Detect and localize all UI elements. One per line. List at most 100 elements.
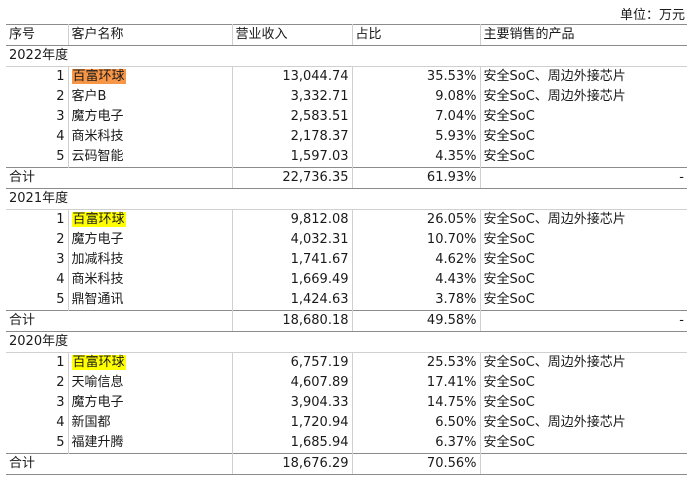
- customer-name: 云码智能: [71, 149, 124, 164]
- customer-name-cell: 福建升腾: [68, 433, 233, 454]
- total-label: 合计: [6, 310, 233, 332]
- share-cell: 10.70%: [352, 230, 481, 250]
- table-row: 2 客户B 3,332.71 9.08% 安全SoC、周边外接芯片: [6, 87, 687, 107]
- customer-name-cell: 加减科技: [68, 250, 233, 270]
- customer-name: 魔方电子: [71, 395, 124, 410]
- table-row: 2 魔方电子 4,032.31 10.70% 安全SoC: [6, 230, 687, 250]
- product-cell: 安全SoC: [483, 292, 535, 307]
- share-cell: 3.78%: [352, 290, 481, 311]
- customer-name: 百富环球: [71, 212, 126, 227]
- section-year: 2022年度: [6, 45, 687, 67]
- total-row: 合计 18,680.18 49.58% -: [6, 310, 687, 332]
- customer-name: 商米科技: [71, 272, 124, 287]
- section-row: 2021年度: [6, 188, 687, 210]
- revenue-cell: 4,607.89: [232, 373, 353, 393]
- product-cell: 安全SoC、周边外接芯片: [483, 89, 626, 104]
- customer-name: 魔方电子: [71, 109, 124, 124]
- row-no: 1: [6, 352, 69, 373]
- customer-name-cell: 百富环球: [68, 352, 233, 373]
- product-cell: 安全SoC: [483, 272, 535, 287]
- customer-name: 新国都: [71, 415, 111, 430]
- header-customer: 客户名称: [68, 24, 233, 46]
- revenue-cell: 1,741.67: [232, 250, 353, 270]
- customer-name-cell: 百富环球: [68, 209, 233, 230]
- total-label: 合计: [6, 453, 233, 475]
- share-cell: 17.41%: [352, 373, 481, 393]
- product-cell: 安全SoC: [483, 395, 535, 410]
- revenue-cell: 2,583.51: [232, 107, 353, 127]
- customer-name: 客户B: [71, 89, 107, 104]
- share-cell: 5.93%: [352, 127, 481, 147]
- row-no: 5: [6, 290, 69, 311]
- product-cell: 安全SoC: [483, 129, 535, 144]
- customer-name: 福建升腾: [71, 435, 124, 450]
- customer-name: 天喻信息: [71, 375, 124, 390]
- total-share: 70.56%: [352, 453, 481, 475]
- product-cell: 安全SoC: [483, 252, 535, 267]
- total-revenue: 22,736.35: [232, 167, 353, 189]
- total-product: -: [480, 310, 687, 332]
- total-product: -: [480, 167, 687, 189]
- customer-name: 百富环球: [71, 69, 126, 84]
- table-row: 5 鼎智通讯 1,424.63 3.78% 安全SoC: [6, 290, 687, 311]
- revenue-cell: 1,424.63: [232, 290, 353, 311]
- table-row: 3 加减科技 1,741.67 4.62% 安全SoC: [6, 250, 687, 270]
- table-row: 5 福建升腾 1,685.94 6.37% 安全SoC: [6, 433, 687, 454]
- total-revenue: 18,676.29: [232, 453, 353, 475]
- share-cell: 25.53%: [352, 352, 481, 373]
- table-row: 4 商米科技 1,669.49 4.43% 安全SoC: [6, 270, 687, 290]
- row-no: 2: [6, 87, 69, 107]
- section-row: 2022年度: [6, 45, 687, 67]
- revenue-cell: 3,332.71: [232, 87, 353, 107]
- product-cell: 安全SoC: [483, 375, 535, 390]
- revenue-cell: 2,178.37: [232, 127, 353, 147]
- table-row: 3 魔方电子 3,904.33 14.75% 安全SoC: [6, 393, 687, 413]
- product-cell: 安全SoC: [483, 232, 535, 247]
- header-revenue: 营业收入: [232, 24, 353, 46]
- product-cell: 安全SoC、周边外接芯片: [483, 355, 626, 370]
- share-cell: 4.43%: [352, 270, 481, 290]
- revenue-cell: 3,904.33: [232, 393, 353, 413]
- share-cell: 6.50%: [352, 413, 481, 433]
- product-cell: 安全SoC: [483, 149, 535, 164]
- unit-label: 单位：万元: [619, 8, 685, 23]
- row-no: 1: [6, 66, 69, 87]
- product-cell: 安全SoC: [483, 109, 535, 124]
- row-no: 2: [6, 373, 69, 393]
- header-product: 主要销售的产品: [480, 24, 687, 46]
- revenue-cell: 13,044.74: [232, 66, 353, 87]
- header-share: 占比: [352, 24, 481, 46]
- row-no: 4: [6, 127, 69, 147]
- section-row: 2020年度: [6, 331, 687, 353]
- customer-name-cell: 魔方电子: [68, 230, 233, 250]
- total-label: 合计: [6, 167, 233, 189]
- table-row: 3 魔方电子 2,583.51 7.04% 安全SoC: [6, 107, 687, 127]
- table-row: 1 百富环球 9,812.08 26.05% 安全SoC、周边外接芯片: [6, 209, 687, 230]
- customer-name-cell: 客户B: [68, 87, 233, 107]
- customer-name-cell: 新国都: [68, 413, 233, 433]
- revenue-cell: 1,669.49: [232, 270, 353, 290]
- table-row: 4 商米科技 2,178.37 5.93% 安全SoC: [6, 127, 687, 147]
- customer-name-cell: 云码智能: [68, 147, 233, 168]
- row-no: 4: [6, 413, 69, 433]
- table-header: 序号 客户名称 营业收入 占比 主要销售的产品: [6, 24, 687, 46]
- row-no: 5: [6, 147, 69, 168]
- share-cell: 9.08%: [352, 87, 481, 107]
- share-cell: 35.53%: [352, 66, 481, 87]
- share-cell: 6.37%: [352, 433, 481, 454]
- total-share: 61.93%: [352, 167, 481, 189]
- share-cell: 4.35%: [352, 147, 481, 168]
- share-cell: 4.62%: [352, 250, 481, 270]
- revenue-cell: 1,720.94: [232, 413, 353, 433]
- table-row: 2 天喻信息 4,607.89 17.41% 安全SoC: [6, 373, 687, 393]
- table-row: 1 百富环球 6,757.19 25.53% 安全SoC、周边外接芯片: [6, 352, 687, 373]
- total-share: 49.58%: [352, 310, 481, 332]
- row-no: 4: [6, 270, 69, 290]
- total-row: 合计 18,676.29 70.56%: [6, 453, 687, 475]
- customer-name: 加减科技: [71, 252, 124, 267]
- section-year: 2020年度: [6, 331, 687, 353]
- customer-name: 鼎智通讯: [71, 292, 124, 307]
- table-body: 2022年度 1 百富环球 13,044.74 35.53% 安全SoC、周边外接芯片 2 客…: [6, 45, 687, 475]
- product-cell: 安全SoC、周边外接芯片: [483, 415, 626, 430]
- row-no: 1: [6, 209, 69, 230]
